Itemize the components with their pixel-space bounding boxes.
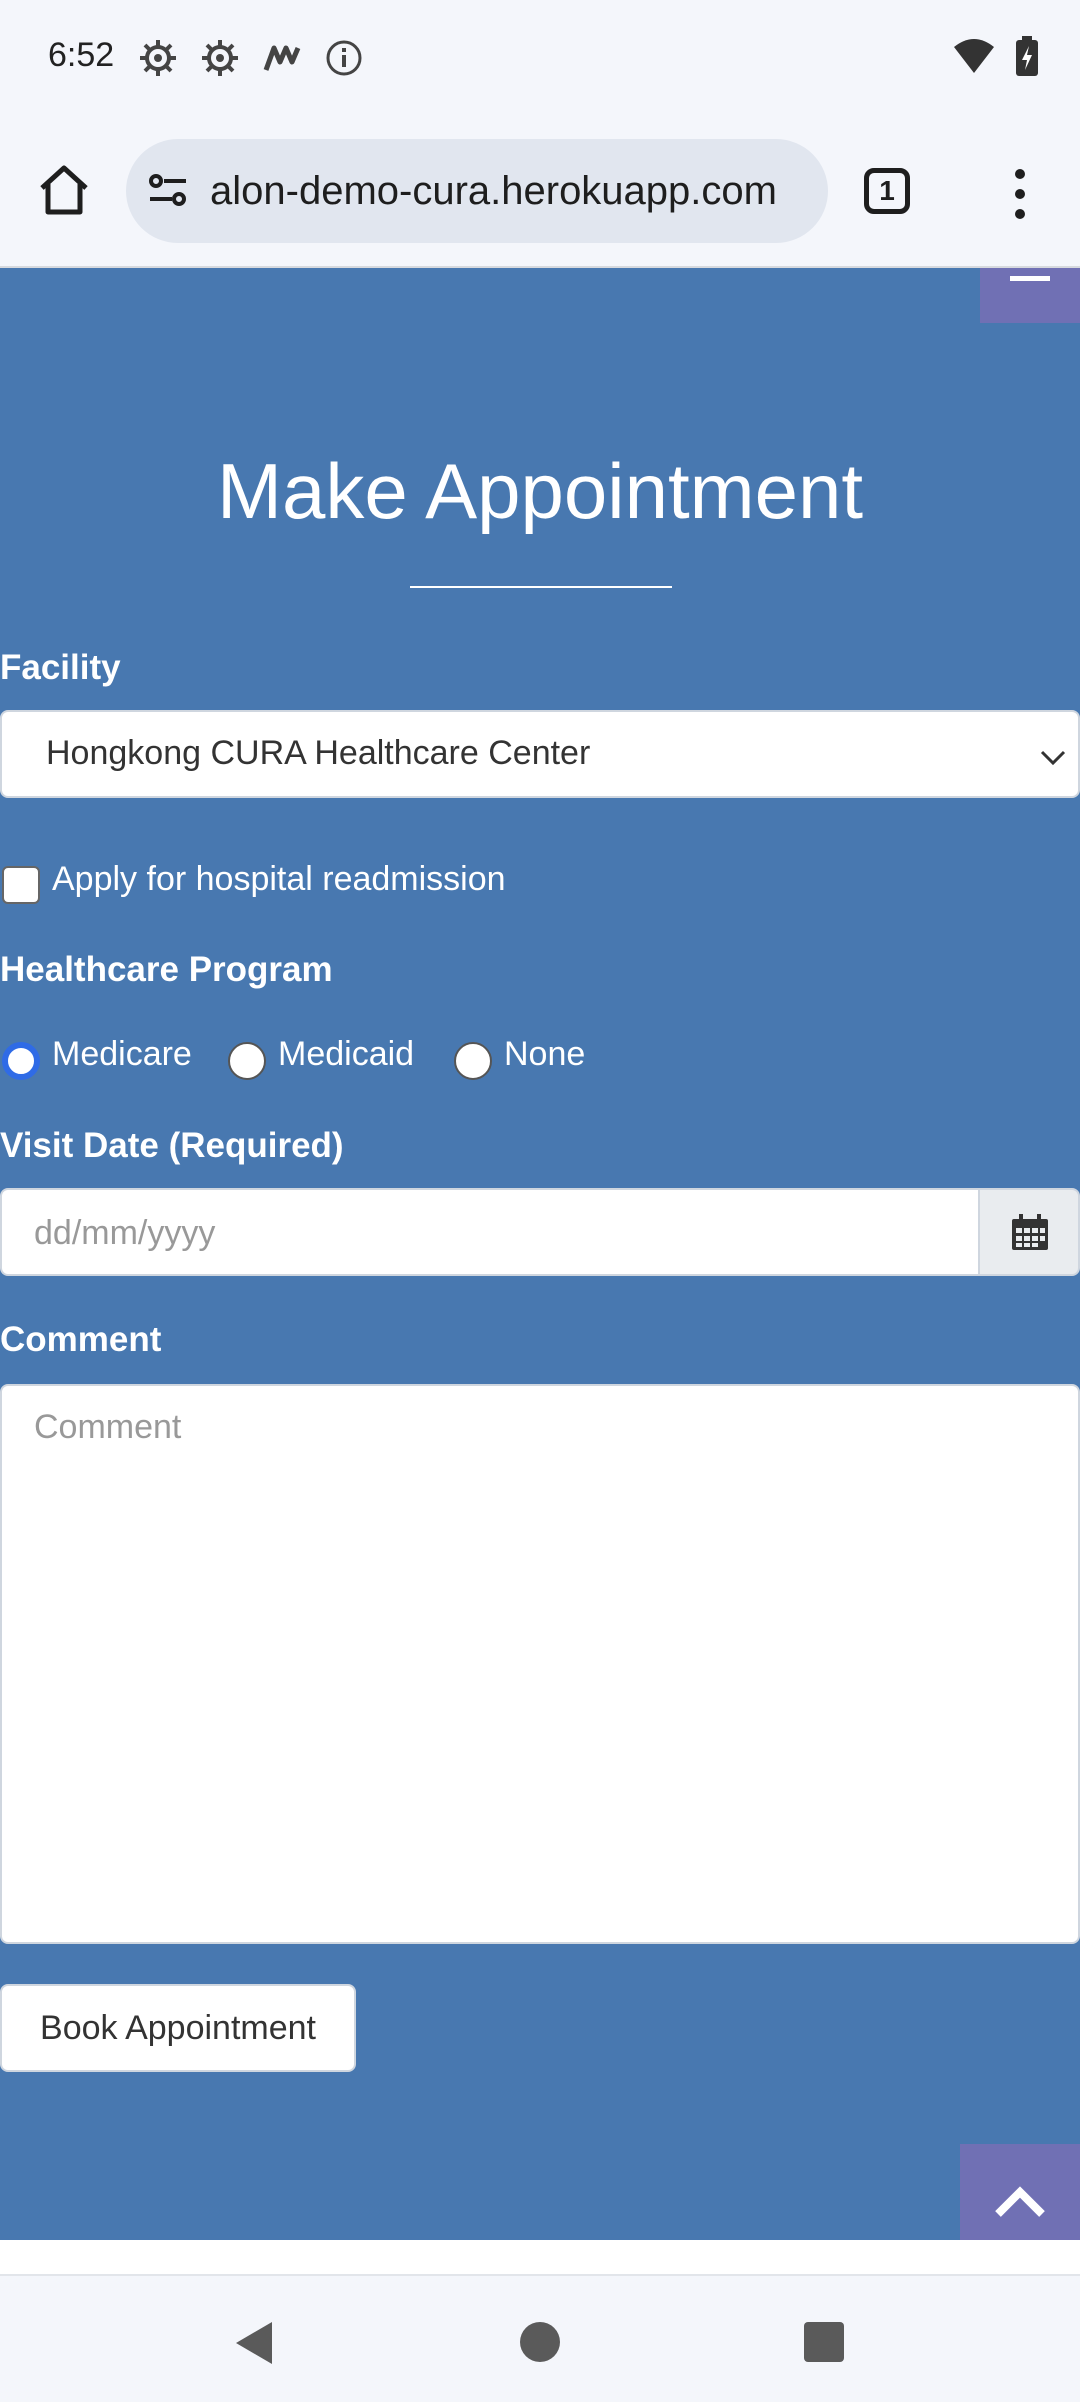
status-time: 6:52 <box>48 36 115 74</box>
radio-medicare-label[interactable]: Medicare <box>52 1035 192 1074</box>
home-icon <box>40 165 88 215</box>
status-right-icons <box>952 36 1040 83</box>
system-navigation-bar <box>0 2274 1080 2402</box>
chevron-up-icon <box>995 2186 1045 2217</box>
facility-selected-value: Hongkong CURA Healthcare Center <box>46 734 591 772</box>
status-bar: 6:52 <box>0 0 1080 120</box>
tab-switcher-button[interactable]: 1 <box>864 168 910 214</box>
browser-toolbar: alon-demo-cura.herokuapp.com 1 <box>0 120 1080 268</box>
facility-label: Facility <box>0 648 121 687</box>
comment-textarea[interactable]: Comment <box>0 1384 1080 1944</box>
radio-medicaid[interactable] <box>228 1042 266 1080</box>
address-bar[interactable]: alon-demo-cura.herokuapp.com <box>126 139 828 243</box>
comment-label: Comment <box>0 1320 162 1359</box>
info-icon <box>324 38 364 78</box>
radio-none-label[interactable]: None <box>504 1035 585 1074</box>
battery-charging-icon <box>1014 36 1040 83</box>
calendar-icon <box>1012 1214 1048 1250</box>
recent-apps-icon[interactable] <box>804 2322 844 2362</box>
chevron-down-icon <box>1040 750 1066 766</box>
calendar-button[interactable] <box>978 1188 1080 1276</box>
menu-toggle-button[interactable] <box>980 268 1080 323</box>
status-left-icons <box>138 38 364 78</box>
radio-medicare[interactable] <box>2 1042 40 1080</box>
appointment-page: Make Appointment Facility Hongkong CURA … <box>0 268 1080 2262</box>
browser-menu-button[interactable] <box>1000 164 1040 224</box>
menu-icon <box>1010 276 1050 281</box>
readmission-checkbox[interactable] <box>2 866 40 904</box>
title-divider <box>410 586 672 588</box>
site-settings-icon[interactable] <box>146 169 190 213</box>
visit-date-placeholder: dd/mm/yyyy <box>34 1214 216 1252</box>
facility-select[interactable]: Hongkong CURA Healthcare Center <box>0 710 1080 798</box>
wifi-icon <box>952 37 996 82</box>
home-button[interactable] <box>34 160 94 220</box>
comment-placeholder: Comment <box>34 1408 182 1446</box>
gear-icon <box>138 38 178 78</box>
gear-icon <box>200 38 240 78</box>
home-nav-icon[interactable] <box>520 2322 560 2362</box>
program-label: Healthcare Program <box>0 950 333 989</box>
page-title: Make Appointment <box>216 447 864 535</box>
notification-icon <box>262 38 302 78</box>
visit-date-label: Visit Date (Required) <box>0 1126 344 1165</box>
back-icon[interactable] <box>232 2320 276 2366</box>
visit-date-input[interactable]: dd/mm/yyyy <box>0 1188 980 1276</box>
book-appointment-button[interactable]: Book Appointment <box>0 1984 356 2072</box>
url-text: alon-demo-cura.herokuapp.com <box>210 169 777 213</box>
more-vertical-icon <box>1015 169 1025 219</box>
readmission-label[interactable]: Apply for hospital readmission <box>52 860 506 899</box>
page-footer-area <box>0 2240 1080 2274</box>
radio-none[interactable] <box>454 1042 492 1080</box>
radio-medicaid-label[interactable]: Medicaid <box>278 1035 414 1074</box>
